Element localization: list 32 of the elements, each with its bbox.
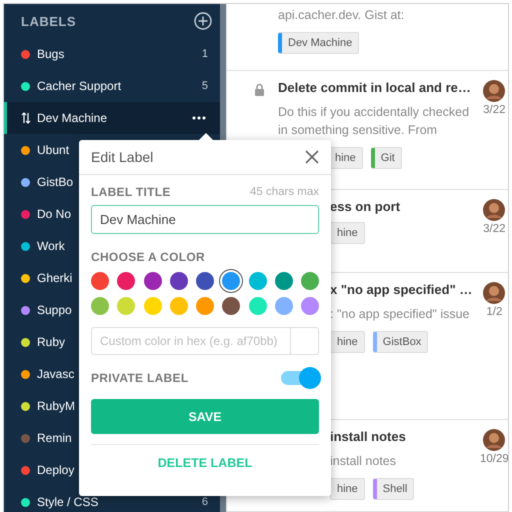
sidebar-heading: LABELS — [21, 14, 76, 28]
label-name: Dev Machine — [37, 111, 108, 125]
note-snippet: install notes — [330, 453, 398, 470]
label-name: Style / CSS — [37, 495, 98, 509]
char-limit: 45 chars max — [250, 186, 319, 198]
label-name: RubyM — [37, 399, 76, 413]
field-label: CHOOSE A COLOR — [91, 250, 206, 264]
field-label: PRIVATE LABEL — [91, 371, 188, 385]
label-name: Do No — [37, 207, 72, 221]
label-name: Bugs — [37, 47, 64, 61]
label-name: Ruby — [37, 335, 66, 349]
dialog-title: Edit Label — [91, 149, 154, 165]
label-count: 5 — [202, 80, 208, 92]
label-name: Javasc — [37, 367, 74, 381]
label-name: GistBo — [37, 175, 74, 189]
label-count: 1 — [202, 48, 208, 60]
note-snippet: : "no app specified" issue — [330, 306, 471, 323]
field-label: LABEL TITLE — [91, 185, 171, 199]
label-name: Cacher Support — [37, 79, 122, 93]
label-name: Work — [37, 239, 65, 253]
label-count: 6 — [202, 496, 208, 508]
note-snippet: api.cacher.dev. Gist at: — [278, 7, 406, 24]
label-name: Remin — [37, 431, 72, 445]
label-name: Suppo — [37, 303, 72, 317]
note-snippet: Do this if you accidentally checked in something sensitive. From — [278, 104, 470, 139]
note-date: 1/2 — [486, 306, 502, 318]
note-date: 3/22 — [483, 104, 506, 116]
label-name: Deploy — [37, 463, 74, 477]
note-date: 3/22 — [483, 223, 506, 235]
note-date: 10/29 — [480, 453, 508, 465]
label-name: Ubunt — [37, 143, 70, 157]
label-name: Gherki — [37, 271, 72, 285]
